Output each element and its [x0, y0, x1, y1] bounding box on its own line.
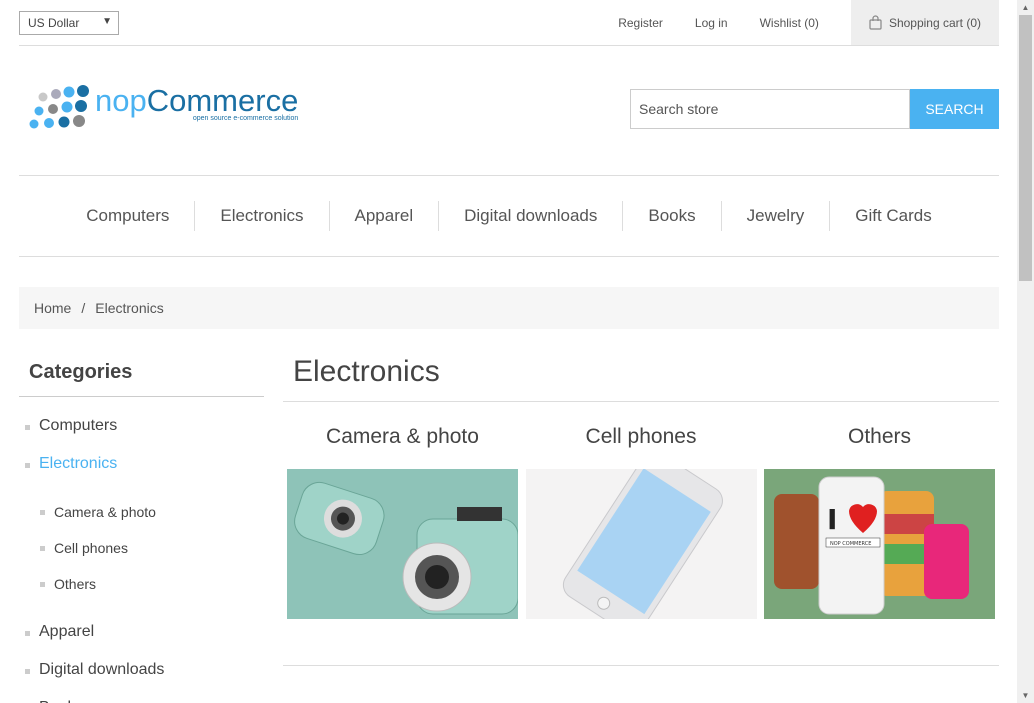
- menu-item-jewelry[interactable]: Jewelry: [722, 201, 831, 231]
- shopping-cart-link[interactable]: Shopping cart (0): [850, 0, 999, 45]
- subcategory-title[interactable]: Others: [764, 425, 995, 469]
- others-image[interactable]: I NOP COMMERCE: [764, 469, 995, 619]
- main-content: Electronics Camera & photo Cell phones O…: [283, 355, 999, 666]
- search-button[interactable]: SEARCH: [910, 89, 999, 129]
- register-link[interactable]: Register: [618, 16, 663, 30]
- menu-item-electronics[interactable]: Electronics: [195, 201, 330, 231]
- breadcrumb-current: Electronics: [95, 300, 164, 316]
- categories-sidebar: Categories Computers Electronics Camera …: [19, 355, 264, 703]
- store-logo[interactable]: nopCommerce open source e-commerce solut…: [23, 82, 298, 132]
- sidebar-subitem-others[interactable]: Others: [34, 566, 264, 602]
- scroll-down-icon[interactable]: ▼: [1017, 688, 1034, 703]
- header-main: nopCommerce open source e-commerce solut…: [19, 46, 999, 176]
- dropdown-arrow-icon: ▼: [102, 16, 112, 27]
- sidebar-subitem-camera-photo[interactable]: Camera & photo: [34, 494, 264, 530]
- currency-value: US Dollar: [28, 16, 80, 30]
- scroll-up-icon[interactable]: ▲: [1017, 0, 1034, 15]
- logo-word-commerce: Commerce: [146, 83, 299, 118]
- logo-dots-icon: [29, 85, 89, 129]
- vertical-scrollbar[interactable]: ▲ ▼: [1017, 0, 1034, 703]
- menu-item-gift-cards[interactable]: Gift Cards: [830, 201, 957, 231]
- search-box: SEARCH: [630, 89, 999, 129]
- search-input[interactable]: [630, 89, 910, 129]
- subcategory-grid: Camera & photo Cell phones Others I NOP …: [283, 425, 999, 619]
- sidebar-subcategories: Camera & photo Cell phones Others: [19, 483, 264, 613]
- login-link[interactable]: Log in: [695, 16, 728, 30]
- sidebar-item-books[interactable]: Books: [19, 689, 264, 703]
- shopping-bag-icon: [869, 15, 882, 30]
- subcategory-title[interactable]: Camera & photo: [287, 425, 518, 469]
- logo-text: nopCommerce open source e-commerce solut…: [95, 83, 299, 123]
- subcategory-card[interactable]: Others I NOP COMMERCE: [764, 425, 995, 619]
- sidebar-item-electronics[interactable]: Electronics: [19, 445, 264, 483]
- wishlist-link[interactable]: Wishlist (0): [760, 16, 819, 30]
- svg-text:I: I: [827, 503, 837, 536]
- shopping-cart-label: Shopping cart (0): [888, 15, 981, 30]
- divider: [283, 665, 999, 666]
- subcategory-card[interactable]: Camera & photo: [287, 425, 518, 619]
- subcategory-title[interactable]: Cell phones: [526, 425, 757, 469]
- cell-phones-image[interactable]: [525, 469, 757, 619]
- sidebar-item-computers[interactable]: Computers: [19, 407, 264, 445]
- top-menu: Computers Electronics Apparel Digital do…: [19, 176, 999, 257]
- menu-item-computers[interactable]: Computers: [61, 201, 196, 231]
- sidebar-item-digital-downloads[interactable]: Digital downloads: [19, 651, 264, 689]
- page-title: Electronics: [283, 355, 999, 402]
- currency-select[interactable]: US Dollar ▼: [19, 11, 119, 35]
- header-links-right: Register Log in Wishlist (0) Shopping ca…: [618, 0, 999, 45]
- scrollbar-thumb[interactable]: [1019, 15, 1032, 281]
- breadcrumb-separator: /: [81, 300, 86, 316]
- breadcrumb: Home / Electronics: [19, 287, 999, 329]
- logo-word-nop: nop: [95, 83, 147, 118]
- sticker-text: NOP COMMERCE: [830, 541, 871, 547]
- subcategory-card[interactable]: Cell phones: [525, 425, 757, 619]
- camera-photo-image[interactable]: [287, 469, 518, 619]
- menu-item-digital-downloads[interactable]: Digital downloads: [439, 201, 624, 231]
- menu-item-books[interactable]: Books: [623, 201, 722, 231]
- menu-item-apparel[interactable]: Apparel: [330, 201, 440, 231]
- header-links: US Dollar ▼ Register Log in Wishlist (0)…: [19, 0, 999, 46]
- breadcrumb-home[interactable]: Home: [34, 300, 71, 316]
- sidebar-title: Categories: [19, 355, 264, 397]
- sidebar-item-apparel[interactable]: Apparel: [19, 613, 264, 651]
- sidebar-subitem-cell-phones[interactable]: Cell phones: [34, 530, 264, 566]
- page: US Dollar ▼ Register Log in Wishlist (0)…: [19, 0, 999, 703]
